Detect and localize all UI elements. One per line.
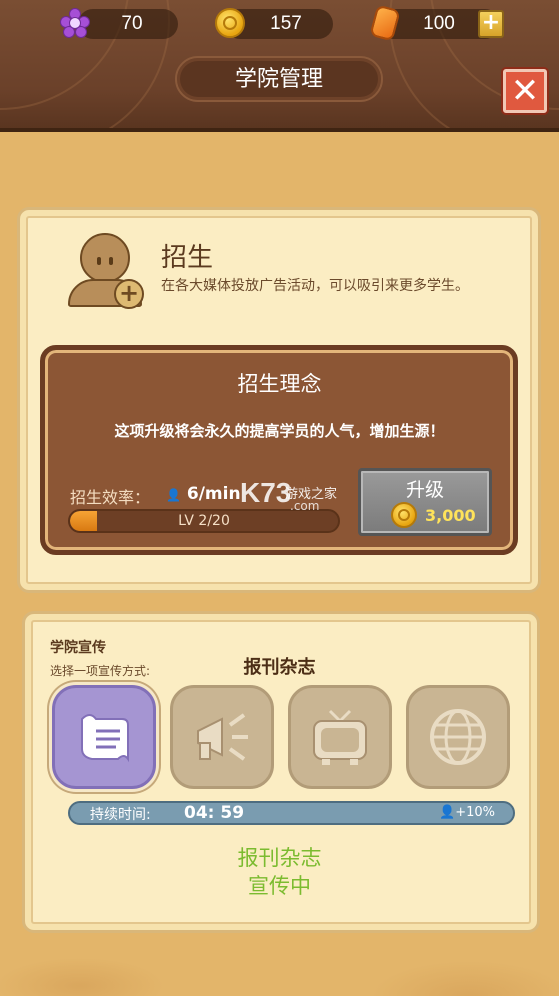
promo-option-internet[interactable] xyxy=(406,685,510,789)
concept-title: 招生理念 xyxy=(237,373,322,396)
rate-label: 招生效率： xyxy=(70,488,151,507)
coin-icon xyxy=(213,6,247,40)
rate-number: 6/min xyxy=(186,484,241,504)
rate-value: 👤 6/min xyxy=(166,484,241,504)
promo-option-tv[interactable] xyxy=(288,685,392,789)
flower-icon xyxy=(58,6,92,40)
duration-label: 持续时间: xyxy=(90,807,151,823)
newspaper-icon xyxy=(81,714,129,763)
selected-promotion-mode: 报刊杂志 xyxy=(243,657,316,678)
recruit-title: 招生 xyxy=(161,242,214,272)
gem-count: 100 xyxy=(423,13,455,34)
watermark: K73 游戏之家 .com xyxy=(240,477,370,517)
page-title: 学院管理 xyxy=(175,56,383,102)
coin-icon xyxy=(391,502,417,528)
promo-option-megaphone[interactable] xyxy=(170,685,274,789)
promo-option-newspaper[interactable] xyxy=(52,685,156,789)
person-icon: 👤 xyxy=(439,805,456,820)
close-icon: ✕ xyxy=(510,71,540,111)
bonus-text: +10% xyxy=(455,805,495,820)
person-icon: 👤 xyxy=(166,488,181,502)
upgrade-cost: 3,000 xyxy=(425,506,476,525)
concept-description: 这项升级将会永久的提高学员的人气，增加生源！ xyxy=(114,422,445,440)
globe-icon xyxy=(430,709,486,765)
bonus-value: 👤+10% xyxy=(439,805,495,820)
status-line-2: 宣传中 xyxy=(248,875,311,898)
add-gems-button[interactable]: + xyxy=(478,10,504,38)
plus-icon: + xyxy=(481,10,501,35)
status-line-1: 报刊杂志 xyxy=(237,847,322,870)
top-bar: 70 157 100 + 学院管理 xyxy=(0,0,559,132)
flower-count: 70 xyxy=(121,13,143,34)
recruit-description: 在各大媒体投放广告活动，可以吸引来更多学生。 xyxy=(161,278,469,294)
upgrade-button[interactable]: 升级 3,000 xyxy=(358,468,492,536)
flower-counter: 70 xyxy=(78,9,178,39)
close-button[interactable]: ✕ xyxy=(503,69,547,113)
gem-icon xyxy=(368,4,402,42)
student-add-icon: + xyxy=(68,231,148,311)
coin-count: 157 xyxy=(270,13,302,34)
duration-value: 04: 59 xyxy=(184,803,245,823)
megaphone-icon xyxy=(197,713,248,761)
watermark-logo: K73 xyxy=(240,477,292,508)
duration-bar: 持续时间: 04: 59 👤+10% xyxy=(68,801,515,825)
tv-icon xyxy=(313,709,367,765)
watermark-domain: .com xyxy=(290,499,320,513)
background-decoration xyxy=(0,916,559,996)
upgrade-label: 升级 xyxy=(405,480,444,501)
